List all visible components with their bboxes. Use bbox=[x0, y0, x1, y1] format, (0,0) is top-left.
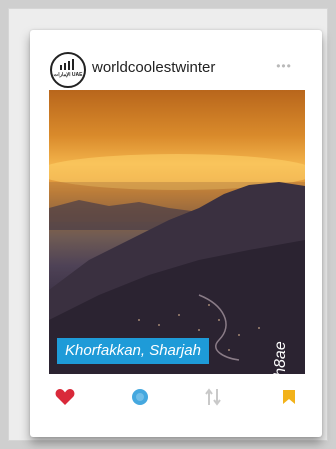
share-button[interactable] bbox=[200, 384, 226, 410]
post-header: الإمارات UAE worldcoolestwinter ••• bbox=[30, 30, 322, 88]
action-bar bbox=[30, 384, 322, 424]
post-photo[interactable]: Khorfakkan, Sharjah m_3sh8ae bbox=[49, 90, 305, 374]
post-card: الإمارات UAE worldcoolestwinter ••• Khor… bbox=[30, 30, 322, 437]
location-tag[interactable]: Khorfakkan, Sharjah bbox=[57, 338, 209, 364]
comment-icon bbox=[132, 389, 148, 405]
landscape-photo bbox=[49, 154, 305, 374]
comment-button[interactable] bbox=[127, 384, 153, 410]
save-button[interactable] bbox=[276, 384, 302, 410]
username[interactable]: worldcoolestwinter bbox=[92, 59, 215, 76]
heart-icon bbox=[55, 389, 75, 405]
photo-credit: m_3sh8ae bbox=[271, 296, 291, 374]
avatar-text: الإمارات UAE bbox=[53, 72, 83, 78]
signal-logo-icon bbox=[60, 59, 74, 70]
like-button[interactable] bbox=[52, 384, 78, 410]
share-icon bbox=[205, 388, 221, 406]
bookmark-icon bbox=[283, 390, 295, 404]
more-options-button[interactable]: ••• bbox=[268, 59, 300, 73]
avatar[interactable]: الإمارات UAE bbox=[50, 52, 86, 88]
